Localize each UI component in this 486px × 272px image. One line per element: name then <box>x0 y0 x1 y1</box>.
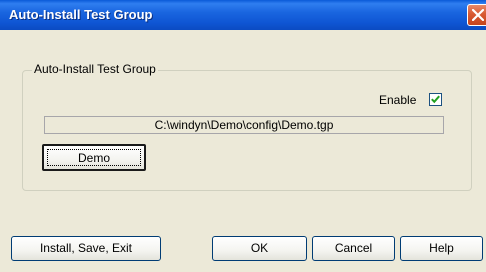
enable-label: Enable <box>379 93 417 107</box>
focus-rectangle <box>47 149 141 166</box>
window-title: Auto-Install Test Group <box>9 7 153 22</box>
help-button[interactable]: Help <box>400 236 483 261</box>
close-icon <box>472 9 484 21</box>
ok-button[interactable]: OK <box>212 236 307 261</box>
group-box-label: Auto-Install Test Group <box>32 62 158 76</box>
demo-button[interactable]: Demo <box>42 144 146 171</box>
close-button[interactable] <box>467 4 486 26</box>
dialog-window: Auto-Install Test Group Auto-Install Tes… <box>0 0 486 272</box>
enable-checkbox[interactable] <box>429 93 442 106</box>
title-bar[interactable]: Auto-Install Test Group <box>0 0 486 30</box>
ok-label: OK <box>250 241 269 255</box>
config-path-field: C:\windyn\Demo\config\Demo.tgp <box>44 116 444 134</box>
install-save-exit-button[interactable]: Install, Save, Exit <box>11 236 161 261</box>
install-save-exit-label: Install, Save, Exit <box>39 241 133 255</box>
help-label: Help <box>429 241 454 255</box>
cancel-label: Cancel <box>334 241 373 255</box>
checkmark-icon <box>431 95 440 104</box>
cancel-button[interactable]: Cancel <box>312 236 395 261</box>
